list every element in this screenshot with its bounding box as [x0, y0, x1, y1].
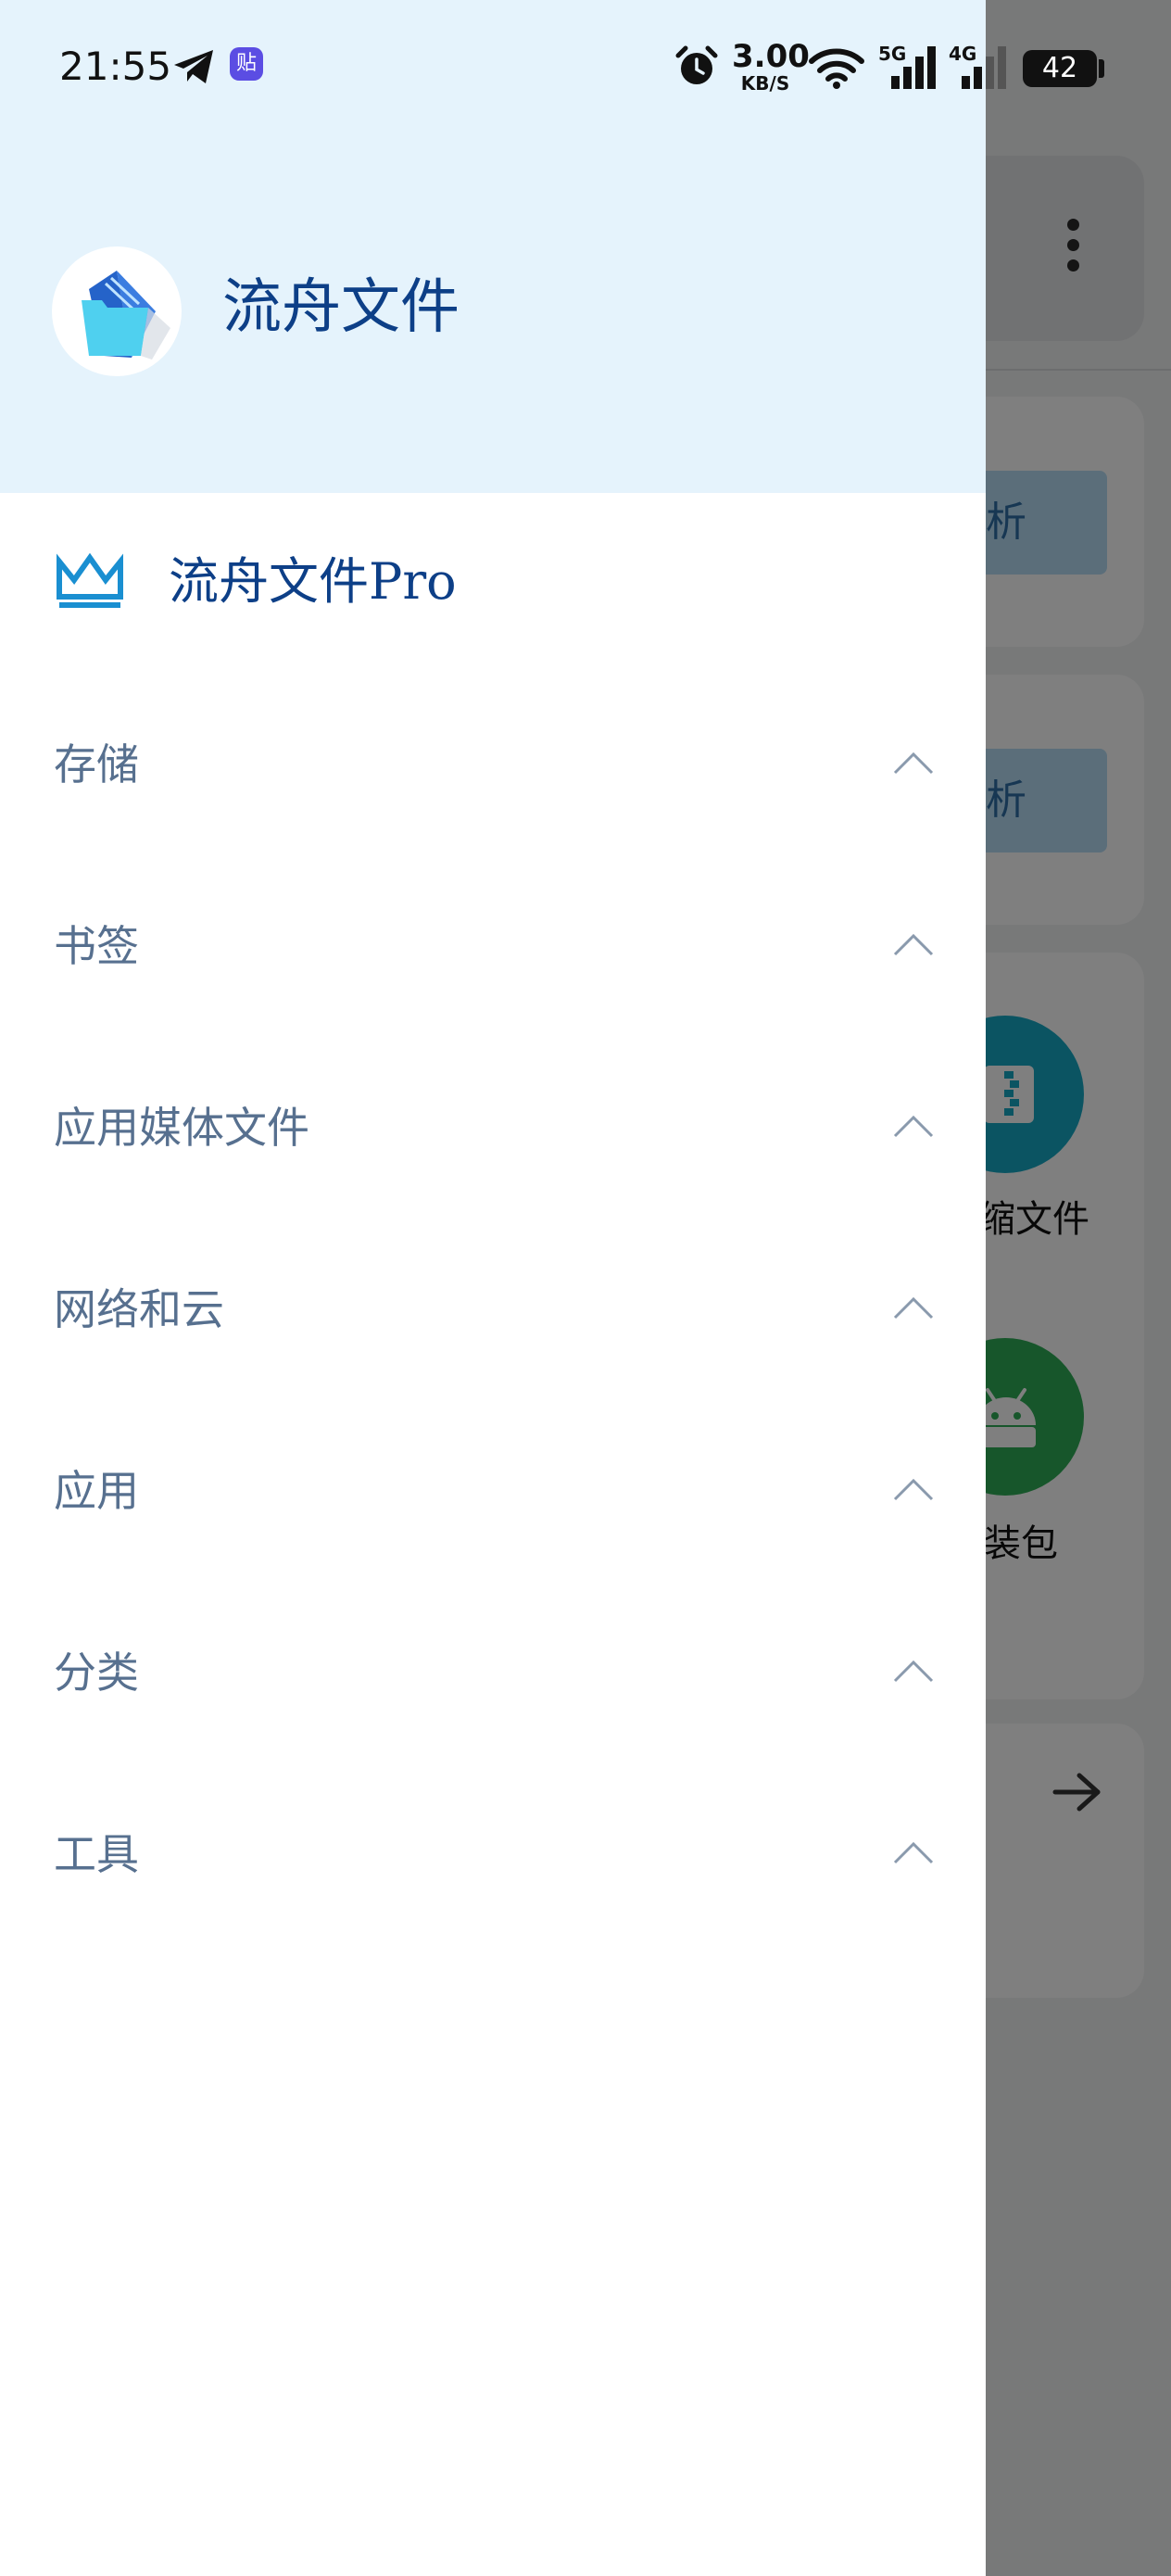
- cell-signal-icon: [891, 46, 936, 89]
- section-bookmarks[interactable]: 书签: [0, 877, 986, 1016]
- chevron-up-icon[interactable]: [891, 928, 936, 962]
- pro-label: 流舟文件Pro: [169, 552, 457, 611]
- chevron-up-icon[interactable]: [891, 1110, 936, 1143]
- section-label: 工具: [54, 1829, 139, 1879]
- chevron-up-icon[interactable]: [891, 1473, 936, 1507]
- section-label: 网络和云: [54, 1284, 224, 1334]
- status-bar: 21:55 贴 3.00 KB/S 5G 4G 42: [0, 0, 1171, 139]
- section-network-cloud[interactable]: 网络和云: [0, 1240, 986, 1379]
- section-storage[interactable]: 存储: [0, 695, 986, 834]
- wifi-icon: [809, 48, 864, 89]
- status-time: 21:55: [59, 44, 172, 89]
- cell-signal-icon: [962, 46, 1006, 89]
- section-label: 书签: [54, 921, 139, 971]
- section-apps[interactable]: 应用: [0, 1421, 986, 1560]
- tieba-icon: 贴: [230, 47, 263, 81]
- section-label: 分类: [54, 1648, 139, 1698]
- section-categories[interactable]: 分类: [0, 1603, 986, 1742]
- crown-icon: [57, 552, 123, 608]
- network-speed-unit: KB/S: [740, 72, 790, 95]
- section-app-media-files[interactable]: 应用媒体文件: [0, 1058, 986, 1197]
- app-logo-icon: [52, 246, 182, 376]
- network-speed-value: 3.00: [732, 38, 810, 75]
- chevron-up-icon[interactable]: [891, 747, 936, 780]
- chevron-up-icon[interactable]: [891, 1655, 936, 1688]
- pro-upgrade-item[interactable]: 流舟文件Pro: [0, 519, 986, 645]
- app-name: 流舟文件: [222, 273, 460, 342]
- section-label: 存储: [54, 739, 139, 789]
- section-label: 应用媒体文件: [54, 1103, 309, 1153]
- section-label: 应用: [54, 1466, 139, 1516]
- alarm-icon: [675, 45, 718, 84]
- chevron-up-icon[interactable]: [891, 1292, 936, 1325]
- battery-icon: 42: [1023, 50, 1097, 87]
- chevron-up-icon[interactable]: [891, 1837, 936, 1870]
- network-speed: 3.00 KB/S: [732, 38, 810, 98]
- battery-level: 42: [1041, 52, 1078, 84]
- battery-cap: [1099, 59, 1104, 78]
- telegram-icon: [174, 50, 213, 83]
- section-tools[interactable]: 工具: [0, 1785, 986, 1924]
- navigation-drawer: 流舟文件 流舟文件Pro 存储 书签 应用媒体文件 网络和云 应用 分类 工具: [0, 0, 986, 2576]
